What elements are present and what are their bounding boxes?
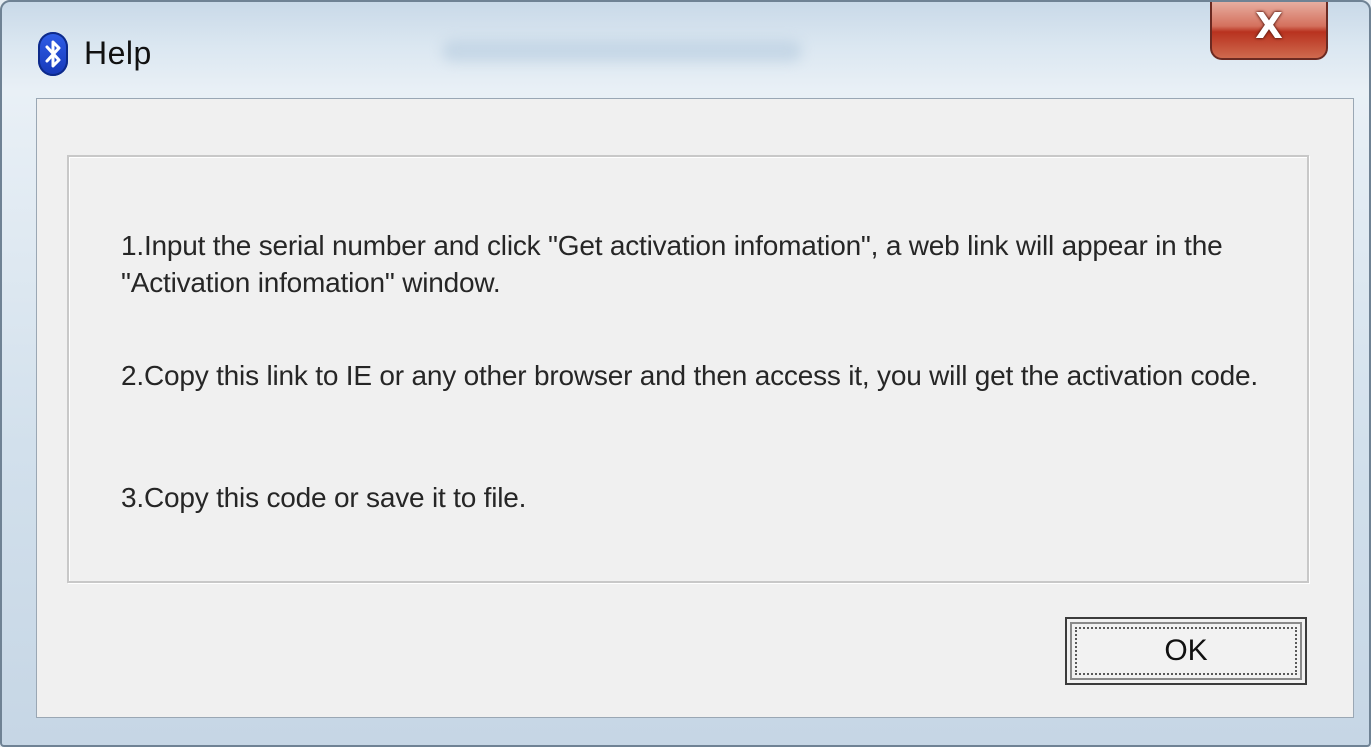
close-icon: X (1255, 6, 1283, 47)
help-step-3: 3.Copy this code or save it to file. (121, 482, 527, 513)
help-dialog-window: Help X 1.Input the serial number and cli… (0, 0, 1371, 747)
title-bar[interactable]: Help X (2, 2, 1369, 96)
help-step-2: 2.Copy this link to IE or any other brow… (121, 360, 1258, 391)
bluetooth-icon (38, 32, 68, 76)
window-title: Help (84, 35, 152, 71)
dialog-client-area: 1.Input the serial number and click "Get… (36, 98, 1354, 718)
help-text-group: 1.Input the serial number and click "Get… (67, 155, 1309, 583)
close-button[interactable]: X (1210, 2, 1328, 60)
help-step-1: 1.Input the serial number and click "Get… (121, 230, 1223, 298)
ok-button[interactable]: OK (1065, 617, 1307, 685)
